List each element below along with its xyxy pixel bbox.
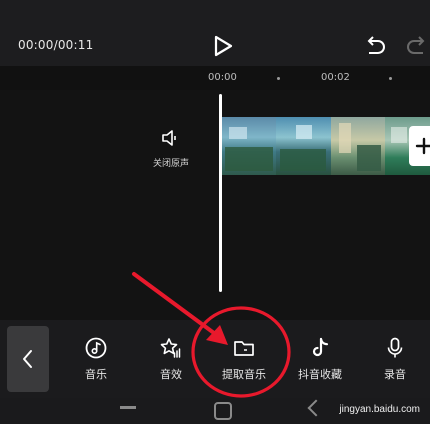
nav-back-icon[interactable] xyxy=(307,399,325,417)
clip-thumbnail xyxy=(221,117,276,175)
redo-icon xyxy=(407,36,425,54)
add-clip-button[interactable] xyxy=(409,126,430,166)
music-note-icon xyxy=(85,337,107,359)
tool-douyin-favorites[interactable]: 抖音收藏 xyxy=(289,336,351,382)
douyin-icon xyxy=(312,337,329,357)
microphone-icon xyxy=(387,337,403,358)
playhead[interactable] xyxy=(219,94,222,292)
tool-music[interactable]: 音乐 xyxy=(65,336,127,382)
ruler-mark: 00:00 xyxy=(208,72,237,83)
mute-original-audio-toggle[interactable]: 关闭原声 xyxy=(146,128,196,170)
plus-icon xyxy=(415,137,430,155)
tool-label: 提取音乐 xyxy=(222,368,266,381)
ruler-mark: 00:02 xyxy=(321,72,350,83)
speaker-icon xyxy=(162,130,176,146)
clip-thumbnail xyxy=(276,117,331,175)
tool-label: 抖音收藏 xyxy=(298,368,342,381)
tool-label: 音效 xyxy=(160,368,182,381)
ruler-dot xyxy=(277,77,280,80)
chevron-left-icon xyxy=(23,350,32,368)
time-ruler: 00:00 00:02 xyxy=(0,66,430,90)
undo-icon xyxy=(367,36,385,54)
tool-label: 录音 xyxy=(384,368,406,381)
nav-recents-icon[interactable] xyxy=(120,406,136,409)
back-button[interactable] xyxy=(7,326,49,392)
play-icon xyxy=(214,35,233,57)
tool-sound-effects[interactable]: 音效 xyxy=(140,336,202,382)
tool-extract-music[interactable]: 提取音乐 xyxy=(213,336,275,382)
ruler-dot xyxy=(389,77,392,80)
redo-button[interactable] xyxy=(404,33,430,59)
timecode: 00:00/00:11 xyxy=(18,38,94,52)
watermark: jingyan.baidu.com xyxy=(339,404,420,415)
nav-home-icon[interactable] xyxy=(214,402,232,420)
tool-record[interactable]: 录音 xyxy=(364,336,426,382)
play-button[interactable] xyxy=(210,33,236,59)
undo-button[interactable] xyxy=(362,33,388,59)
tool-label: 音乐 xyxy=(85,368,107,381)
folder-icon xyxy=(234,341,254,356)
clip-thumbnail xyxy=(331,117,385,175)
video-clip-strip[interactable] xyxy=(221,117,430,175)
audio-toggle-label: 关闭原声 xyxy=(152,159,189,169)
star-sparkle-icon xyxy=(160,338,181,358)
